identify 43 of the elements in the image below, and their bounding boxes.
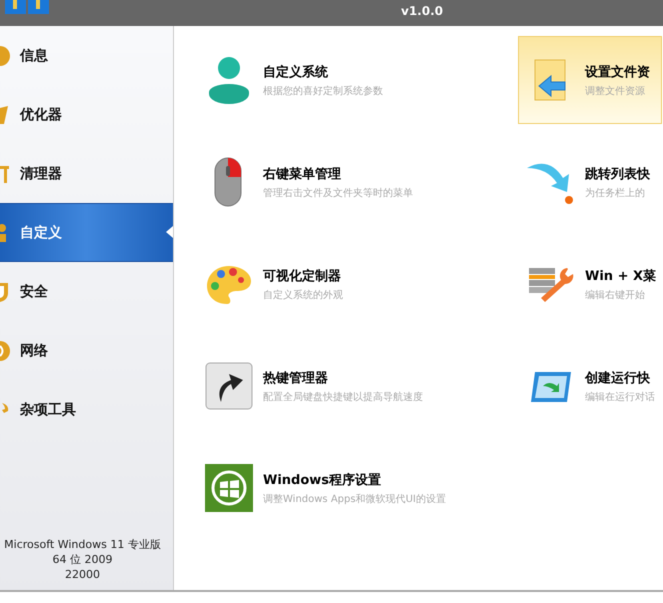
- sidebar-item[interactable]: 信息: [20, 46, 48, 64]
- system-info-text: 22000: [65, 567, 100, 582]
- windows-logo-icon: [205, 464, 253, 512]
- version-label: v1.0.0: [401, 4, 443, 20]
- tool-card[interactable]: 右键菜单管理 管理右击文件及文件夹等时的菜单: [196, 138, 518, 226]
- tool-title: 可视化定制器: [263, 268, 342, 284]
- tool-description: 调整文件资源: [585, 84, 646, 98]
- tool-title: 创建运行快: [585, 370, 651, 386]
- pointer-icon: [166, 226, 173, 238]
- tool-card[interactable]: Windows程序设置 调整Windows Apps和微软现代UI的设置: [196, 444, 518, 532]
- tool-card[interactable]: 自定义系统 根据您的喜好定制系统参数: [196, 36, 518, 124]
- system-info-text: Microsoft Windows 11 专业版: [4, 537, 161, 552]
- tool-title: 跳转列表快: [585, 166, 650, 182]
- tool-description: 编辑在运行对话: [585, 390, 655, 404]
- tool-card[interactable]: 热键管理器 配置全局键盘快捷键以提高导航速度: [196, 342, 518, 430]
- tool-card[interactable]: 创建运行快 编辑在运行对话: [518, 342, 662, 430]
- tool-title: 热键管理器: [263, 370, 329, 386]
- tool-title: Windows程序设置: [263, 472, 382, 488]
- sidebar-item[interactable]: 杂项工具: [20, 400, 76, 418]
- tool-description: 调整Windows Apps和微软现代UI的设置: [263, 492, 446, 506]
- tool-description: 配置全局键盘快捷键以提高导航速度: [263, 390, 423, 404]
- tool-title: Win + X菜: [585, 268, 656, 284]
- sidebar-item[interactable]: 优化器: [20, 106, 62, 124]
- tool-description: 为任务栏上的: [585, 186, 646, 200]
- tool-title: 设置文件资: [585, 64, 650, 80]
- sidebar-item[interactable]: 安全: [20, 282, 48, 300]
- tool-title: 右键菜单管理: [263, 166, 342, 182]
- sidebar-item[interactable]: 自定义: [20, 224, 62, 242]
- tool-description: 根据您的喜好定制系统参数: [263, 84, 383, 98]
- tool-card[interactable]: 跳转列表快 为任务栏上的: [518, 138, 662, 226]
- sidebar-item[interactable]: 网络: [20, 342, 48, 360]
- highlighted-tool-card[interactable]: 设置文件资 调整文件资源: [518, 36, 662, 124]
- info-icon: [0, 44, 10, 66]
- tool-card[interactable]: 可视化定制器 自定义系统的外观: [196, 240, 518, 328]
- tool-description: 编辑右键开始: [585, 288, 646, 302]
- tool-card[interactable]: Win + X菜 编辑右键开始: [518, 240, 662, 328]
- tool-description: 管理右击文件及文件夹等时的菜单: [263, 186, 413, 200]
- system-info-text: 64 位 2009: [52, 552, 112, 567]
- tool-title: 自定义系统: [263, 64, 329, 80]
- person-icon: [207, 56, 251, 104]
- sidebar-item[interactable]: 清理器: [20, 164, 62, 182]
- tool-description: 自定义系统的外观: [263, 288, 343, 302]
- app-logo-icon: [5, 0, 49, 14]
